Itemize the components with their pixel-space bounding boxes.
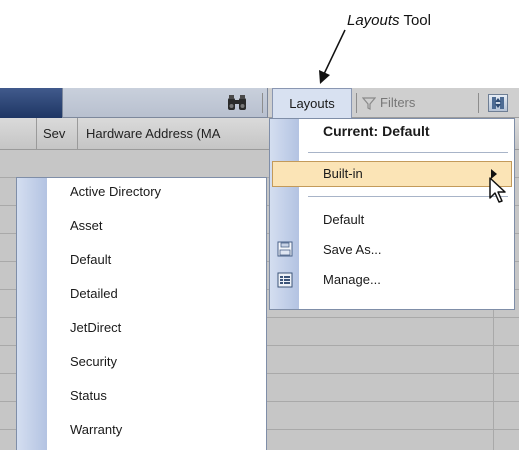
submenu-item-jetdirect[interactable]: JetDirect [70, 318, 121, 338]
menu-item-label: Built-in [323, 166, 363, 181]
toolbar: Layouts Filters [0, 88, 519, 118]
toolbar-separator [478, 93, 479, 113]
filters-button[interactable]: Filters [362, 88, 415, 118]
column-header-hardware-address[interactable]: Hardware Address (MA [77, 118, 262, 150]
menu-separator [308, 196, 508, 197]
submenu-item-default[interactable]: Default [70, 250, 111, 270]
list-manage-icon [277, 272, 293, 288]
binoculars-icon[interactable] [226, 94, 248, 112]
callout-rest: Tool [399, 12, 431, 29]
mouse-pointer-icon [489, 177, 506, 203]
menu-item-save-as[interactable]: Save As... [323, 242, 382, 257]
menu-item-manage[interactable]: Manage... [323, 272, 381, 287]
submenu-item-active-directory[interactable]: Active Directory [70, 182, 161, 202]
column-chooser-icon[interactable] [488, 94, 508, 112]
floppy-disk-icon [277, 241, 293, 257]
callout-italic: Layouts [347, 12, 400, 29]
layouts-dropdown-menu: Current: Default Built-in Default Save A… [269, 118, 515, 310]
layouts-tab[interactable]: Layouts [272, 88, 352, 118]
submenu-item-detailed[interactable]: Detailed [70, 284, 118, 304]
toolbar-blue-strip [0, 88, 62, 118]
funnel-icon [362, 97, 376, 110]
toolbar-separator [262, 93, 263, 113]
filters-label: Filters [380, 95, 416, 110]
callout-arrow-icon [319, 29, 346, 84]
submenu-item-security[interactable]: Security [70, 352, 117, 372]
application-window: Layouts Filters Sev Hardware Address (MA… [0, 88, 519, 450]
layouts-tool-callout: Layouts Tool [347, 12, 431, 29]
menu-item-built-in[interactable]: Built-in [272, 161, 512, 187]
current-layout-label: Current: Default [323, 123, 430, 139]
menu-gutter [17, 178, 47, 450]
submenu-item-warranty[interactable]: Warranty [70, 420, 122, 440]
toolbar-separator [356, 93, 357, 113]
built-in-submenu: Active Directory Asset Default Detailed … [16, 177, 267, 450]
submenu-item-asset[interactable]: Asset [70, 216, 103, 236]
menu-separator [308, 152, 508, 153]
submenu-item-status[interactable]: Status [70, 386, 107, 406]
menu-item-default[interactable]: Default [323, 212, 364, 227]
column-header-sev[interactable]: Sev [36, 118, 76, 150]
